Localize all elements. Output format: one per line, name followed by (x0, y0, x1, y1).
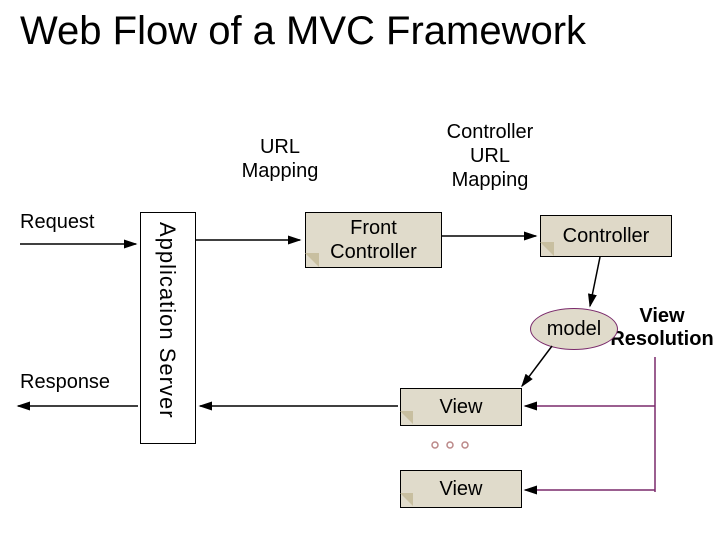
page-title: Web Flow of a MVC Framework (20, 8, 586, 54)
box-view-2: View (400, 470, 522, 508)
label-application-server: Application Server (154, 222, 180, 419)
label-controller-url-mapping: Controller URL Mapping (430, 120, 550, 192)
corner-fold-icon (540, 242, 554, 256)
corner-fold-icon (400, 411, 413, 424)
label-request: Request (20, 210, 95, 234)
box-model: model (530, 308, 618, 350)
box-controller: Controller (540, 215, 672, 257)
box-view-1: View (400, 388, 522, 426)
arrows (0, 0, 720, 540)
label-response: Response (20, 370, 110, 394)
box-front-controller: Front Controller (305, 212, 442, 268)
corner-fold-icon (305, 253, 319, 267)
corner-fold-icon (400, 493, 413, 506)
label-url-mapping: URL Mapping (225, 135, 335, 183)
label-view-resolution: View Resolution (602, 305, 720, 351)
